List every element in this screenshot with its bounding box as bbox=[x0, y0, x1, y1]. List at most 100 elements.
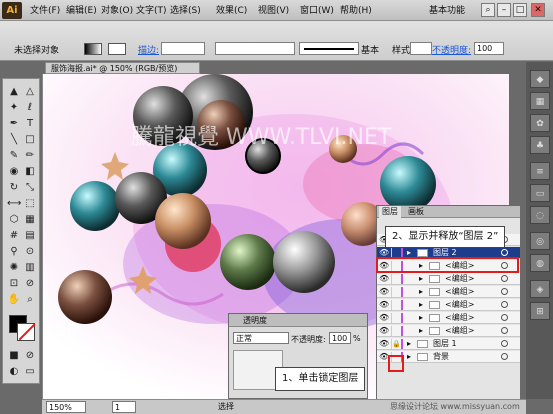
lock-toggle[interactable] bbox=[391, 326, 399, 336]
menu-type[interactable]: 文字(T) bbox=[136, 4, 167, 18]
none-mode-icon[interactable]: ⊘ bbox=[23, 349, 37, 363]
target-circle-icon[interactable] bbox=[501, 249, 508, 256]
target-circle-icon[interactable] bbox=[501, 275, 508, 282]
lock-toggle[interactable]: 🔒 bbox=[391, 339, 401, 349]
symbols-panel-icon[interactable]: ♣ bbox=[530, 136, 550, 154]
visibility-eye-icon[interactable]: 👁 bbox=[379, 326, 389, 336]
blend-tool-icon[interactable]: ⊙ bbox=[23, 245, 37, 259]
hand-tool-icon[interactable]: ✋ bbox=[7, 293, 21, 307]
free-transform-tool-icon[interactable]: ⬚ bbox=[23, 197, 37, 211]
opacity-field[interactable]: 100 bbox=[474, 42, 504, 55]
visibility-eye-icon[interactable]: 👁 bbox=[379, 313, 389, 323]
gradient-tool-icon[interactable]: ▤ bbox=[23, 229, 37, 243]
menu-select[interactable]: 选择(S) bbox=[170, 4, 201, 18]
document-tab[interactable]: 服饰海报.ai* @ 150% (RGB/预览) bbox=[45, 62, 200, 74]
eyedropper-tool-icon[interactable]: ⚲ bbox=[7, 245, 21, 259]
draw-mode-icon[interactable]: ◐ bbox=[7, 365, 21, 379]
target-circle-icon[interactable] bbox=[501, 327, 508, 334]
graphic-style-field[interactable] bbox=[410, 42, 432, 55]
paintbrush-tool-icon[interactable]: ✎ bbox=[7, 149, 21, 163]
lock-toggle[interactable] bbox=[391, 313, 399, 323]
target-circle-icon[interactable] bbox=[501, 353, 508, 360]
brushes-panel-icon[interactable]: ✿ bbox=[530, 114, 550, 132]
magic-wand-tool-icon[interactable]: ✦ bbox=[7, 101, 21, 115]
color-panel-icon[interactable]: ◆ bbox=[530, 70, 550, 88]
zoom-field[interactable]: 150% bbox=[46, 401, 86, 413]
zoom-tool-icon[interactable]: ⌕ bbox=[23, 293, 37, 307]
menu-effect[interactable]: 效果(C) bbox=[216, 4, 247, 18]
stroke-color-icon[interactable] bbox=[17, 323, 36, 341]
close-icon[interactable]: ✕ bbox=[531, 3, 545, 17]
opacity-label[interactable]: 不透明度: bbox=[432, 43, 471, 56]
expand-triangle-icon[interactable]: ▸ bbox=[419, 325, 423, 337]
artboards-panel-icon[interactable]: ⊞ bbox=[530, 302, 550, 320]
lock-toggle[interactable] bbox=[391, 300, 399, 310]
symbol-sprayer-tool-icon[interactable]: ✺ bbox=[7, 261, 21, 275]
maximize-icon[interactable]: □ bbox=[513, 3, 527, 17]
target-circle-icon[interactable] bbox=[501, 340, 508, 347]
layer-row[interactable]: 👁 🔒 ▸ 图层 1 bbox=[377, 338, 520, 350]
stroke-weight-field[interactable] bbox=[161, 42, 205, 55]
menu-help[interactable]: 帮助(H) bbox=[340, 4, 372, 18]
target-circle-icon[interactable] bbox=[501, 301, 508, 308]
lasso-tool-icon[interactable]: ℓ bbox=[23, 101, 37, 115]
brush-definition-field[interactable] bbox=[299, 42, 359, 55]
minimize-icon[interactable]: – bbox=[497, 3, 511, 17]
stroke-swatch[interactable] bbox=[108, 43, 126, 55]
type-tool-icon[interactable]: T bbox=[23, 117, 37, 131]
lock-toggle[interactable] bbox=[391, 287, 399, 297]
slice-tool-icon[interactable]: ⊘ bbox=[23, 277, 37, 291]
lock-toggle[interactable] bbox=[391, 274, 399, 284]
menu-object[interactable]: 对象(O) bbox=[101, 4, 133, 18]
rectangle-tool-icon[interactable]: □ bbox=[23, 133, 37, 147]
swatches-panel-icon[interactable]: ▦ bbox=[530, 92, 550, 110]
layer-row[interactable]: 👁 ▸ <编组> bbox=[377, 286, 520, 298]
search-icon[interactable]: ⌕ bbox=[481, 3, 495, 17]
layers-panel-icon[interactable]: ◈ bbox=[530, 280, 550, 298]
tab-artboards[interactable]: 画板 bbox=[405, 206, 427, 218]
visibility-eye-icon[interactable]: 👁 bbox=[379, 287, 389, 297]
workspace-switcher[interactable]: 基本功能 bbox=[429, 4, 465, 18]
tab-layers[interactable]: 图层 bbox=[379, 206, 401, 218]
layer-row[interactable]: 👁 ▸ <编组> bbox=[377, 325, 520, 337]
width-tool-icon[interactable]: ⟷ bbox=[7, 197, 21, 211]
direct-selection-tool-icon[interactable]: △ bbox=[23, 85, 37, 99]
eraser-tool-icon[interactable]: ◧ bbox=[23, 165, 37, 179]
stroke-panel-icon[interactable]: ≡ bbox=[530, 162, 550, 180]
graphic-styles-panel-icon[interactable]: ◍ bbox=[530, 254, 550, 272]
layer-row[interactable]: 👁 ▸ <编组> bbox=[377, 312, 520, 324]
mesh-tool-icon[interactable]: # bbox=[7, 229, 21, 243]
variable-width-field[interactable] bbox=[215, 42, 295, 55]
expand-triangle-icon[interactable]: ▸ bbox=[419, 299, 423, 311]
target-circle-icon[interactable] bbox=[501, 314, 508, 321]
visibility-eye-icon[interactable]: 👁 bbox=[379, 274, 389, 284]
color-mode-icon[interactable]: ■ bbox=[7, 349, 21, 363]
blend-mode-select[interactable]: 正常 bbox=[233, 332, 289, 344]
menu-file[interactable]: 文件(F) bbox=[30, 4, 60, 18]
stroke-label[interactable]: 描边: bbox=[138, 43, 159, 56]
layer-row[interactable]: 👁 ▸ <编组> bbox=[377, 299, 520, 311]
transparency-panel-icon[interactable]: ◌ bbox=[530, 206, 550, 224]
layer-row[interactable]: 👁 ▸ <编组> bbox=[377, 273, 520, 285]
expand-triangle-icon[interactable]: ▸ bbox=[419, 286, 423, 298]
artboard-tool-icon[interactable]: ⊡ bbox=[7, 277, 21, 291]
artboard-navigation-field[interactable]: 1 bbox=[112, 401, 136, 413]
menu-window[interactable]: 窗口(W) bbox=[300, 4, 334, 18]
blob-brush-tool-icon[interactable]: ◉ bbox=[7, 165, 21, 179]
line-tool-icon[interactable]: ╲ bbox=[7, 133, 21, 147]
visibility-eye-icon[interactable]: 👁 bbox=[379, 339, 389, 349]
appearance-panel-icon[interactable]: ◎ bbox=[530, 232, 550, 250]
transparency-opacity-field[interactable]: 100 bbox=[329, 332, 351, 344]
target-circle-icon[interactable] bbox=[501, 288, 508, 295]
screen-mode-icon[interactable]: ▭ bbox=[23, 365, 37, 379]
expand-triangle-icon[interactable]: ▸ bbox=[407, 338, 411, 350]
gradient-panel-icon[interactable]: ▭ bbox=[530, 184, 550, 202]
expand-triangle-icon[interactable]: ▸ bbox=[407, 351, 411, 363]
menu-view[interactable]: 视图(V) bbox=[258, 4, 289, 18]
perspective-grid-tool-icon[interactable]: ▦ bbox=[23, 213, 37, 227]
rotate-tool-icon[interactable]: ↻ bbox=[7, 181, 21, 195]
menu-edit[interactable]: 编辑(E) bbox=[66, 4, 97, 18]
fill-swatch[interactable] bbox=[84, 43, 102, 55]
shape-builder-tool-icon[interactable]: ⬡ bbox=[7, 213, 21, 227]
scale-tool-icon[interactable]: ⤡ bbox=[23, 181, 37, 195]
